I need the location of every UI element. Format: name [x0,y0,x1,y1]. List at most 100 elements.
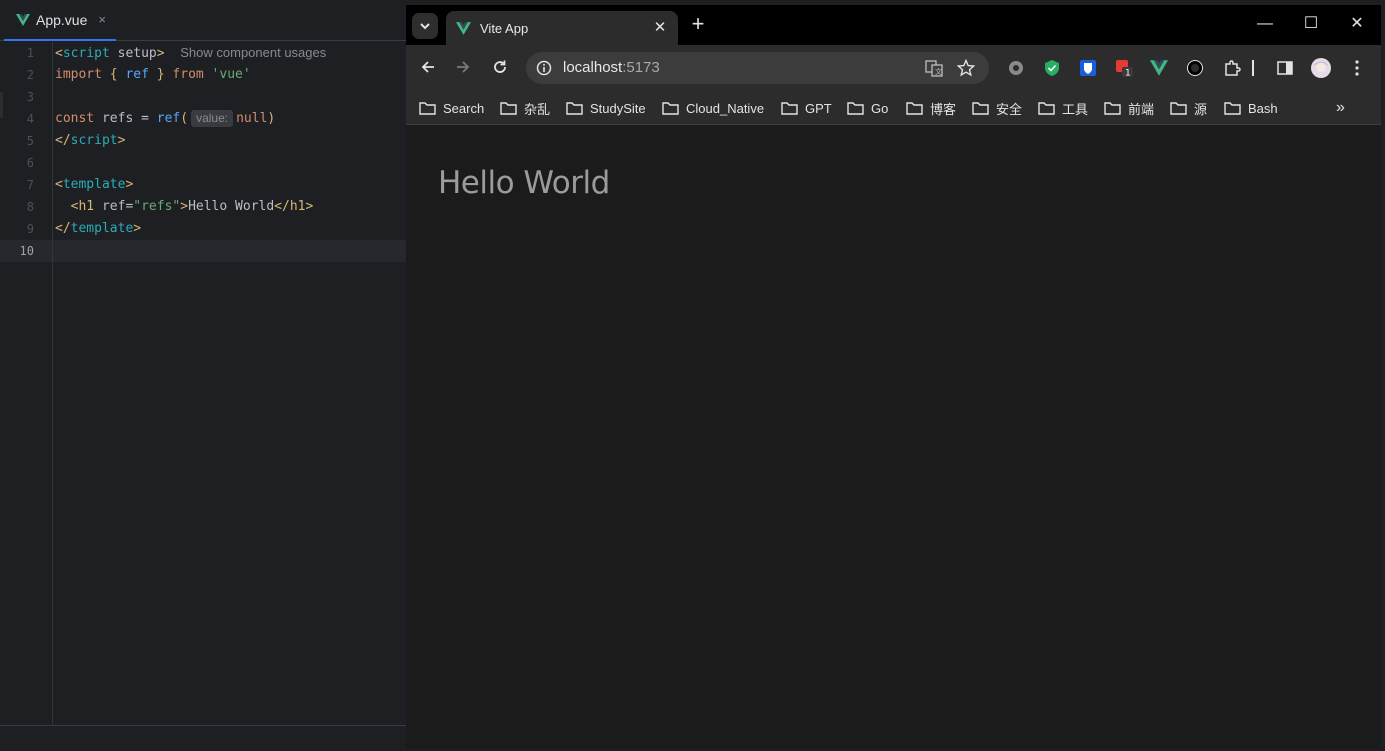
bookmark-folder[interactable]: Search [419,98,484,118]
vue-file-icon [16,13,30,26]
line-number: 9 [26,222,34,236]
code-line: </template> [55,218,141,240]
red-extension-icon[interactable]: 1 [1114,58,1134,78]
show-component-usages-hint[interactable]: Show component usages [180,45,326,60]
bitwarden-icon[interactable] [1078,58,1098,78]
folder-icon [1038,102,1055,115]
bookmark-folder[interactable]: 博客 [906,98,956,118]
bookmark-folder[interactable]: 安全 [972,98,1022,118]
bookmark-star-icon[interactable] [957,59,975,77]
bookmark-label: 工具 [1062,101,1089,117]
url-host: localhost [563,59,623,76]
code-token: template [70,221,134,236]
editor-tab-bar: App.vue × [0,0,406,41]
extensions-puzzle-icon[interactable] [1222,58,1242,78]
line-number: 8 [26,200,34,214]
bookmark-label: 博客 [930,101,957,117]
url-text: localhost:5173 [563,59,660,76]
line-number: 5 [26,134,34,148]
browser-window: Vite App ✕ + — ☐ ✕ localhost:5173 文 1 Se… [406,5,1381,749]
code-editor[interactable]: <script setup> Show component usages imp… [53,42,406,725]
forward-button[interactable] [451,55,475,79]
code-token: ref= [94,199,134,214]
maximize-button[interactable]: ☐ [1301,15,1321,35]
browser-tab-title: Vite App [480,20,529,36]
line-number-current: 10 [19,244,34,258]
folder-icon [500,102,517,115]
folder-icon [1224,102,1241,115]
svg-text:文: 文 [935,67,942,76]
bookmark-label: Go [871,100,889,116]
folder-icon [906,102,923,115]
bookmark-label: StudySite [590,100,646,116]
code-token: < [55,46,63,61]
folder-icon [1104,102,1121,115]
code-line: const refs = ref(value: null) [55,108,275,130]
bookmark-label: Bash [1248,100,1278,116]
code-token: ref [125,67,149,82]
bookmark-folder[interactable]: 杂乱 [500,98,550,118]
url-port: :5173 [622,59,660,76]
code-token: script [62,46,110,61]
bookmarks-overflow-chevron-icon[interactable]: » [1336,99,1345,117]
bookmark-folder[interactable]: StudySite [566,98,646,118]
tab-close-icon[interactable]: ✕ [652,20,668,36]
bookmark-folder[interactable]: 源 [1170,98,1207,118]
shield-extension-icon[interactable] [1042,58,1062,78]
folder-icon [972,102,989,115]
code-token: Hello World [188,199,275,214]
bookmark-folder[interactable]: 工具 [1038,98,1088,118]
vue-favicon-icon [456,21,471,35]
site-info-icon[interactable] [536,60,552,76]
browser-tab-vite-app[interactable]: Vite App ✕ [446,11,678,45]
bookmark-label: 杂乱 [524,101,551,117]
line-number: 3 [26,90,34,104]
browser-title-bar: Vite App ✕ + — ☐ ✕ [406,5,1381,45]
editor-tab-close-icon[interactable]: × [98,12,106,27]
code-token: </ [274,199,290,214]
side-panel-icon[interactable] [1275,58,1295,78]
code-token: template [62,177,126,192]
extension-badge: 1 [1125,69,1131,79]
page-heading: Hello World [438,165,610,201]
bookmark-folder[interactable]: GPT [781,98,832,118]
translate-icon[interactable]: 文 [925,59,943,77]
folder-icon [1170,102,1187,115]
vue-devtools-icon[interactable] [1149,58,1169,78]
arrow-left-icon [421,61,434,73]
editor-tab-label: App.vue [36,11,88,28]
toolbar-divider [1250,58,1256,78]
code-token: const [55,111,95,126]
extension-gear-icon[interactable] [1006,58,1026,78]
editor-tab-app-vue[interactable]: App.vue × [4,0,116,41]
address-bar[interactable]: localhost:5173 文 [526,52,989,84]
bookmark-folder[interactable]: Bash [1224,98,1278,118]
new-tab-button[interactable]: + [688,13,708,35]
back-button[interactable] [416,55,440,79]
code-token: </ [55,221,71,236]
line-number: 4 [26,112,34,126]
reload-button[interactable] [488,55,512,79]
code-line: import { ref } from 'vue' [55,64,251,86]
code-token: refs = [94,111,157,126]
code-token: > [305,199,314,214]
code-token: "refs" [133,199,181,214]
folder-icon [566,102,583,115]
bookmark-folder[interactable]: Cloud_Native [662,98,764,118]
bookmark-folder[interactable]: Go [847,98,888,118]
code-token: > [117,133,126,148]
circle-extension-icon[interactable] [1185,58,1205,78]
close-window-button[interactable]: ✕ [1347,15,1367,35]
line-number: 2 [26,68,34,82]
code-token: 'vue' [203,67,251,82]
bookmark-label: 安全 [996,101,1023,117]
line-number: 7 [26,178,34,192]
bookmark-label: GPT [805,100,832,116]
code-token: > [125,177,134,192]
bookmark-folder[interactable]: 前端 [1104,98,1154,118]
profile-avatar[interactable] [1311,58,1331,78]
tab-search-button[interactable] [412,13,438,39]
more-menu-icon[interactable] [1347,58,1367,78]
minimize-button[interactable]: — [1255,15,1275,35]
ide-panel: App.vue × 1 2 3 4 5 6 7 8 9 10 <script s… [0,0,406,751]
